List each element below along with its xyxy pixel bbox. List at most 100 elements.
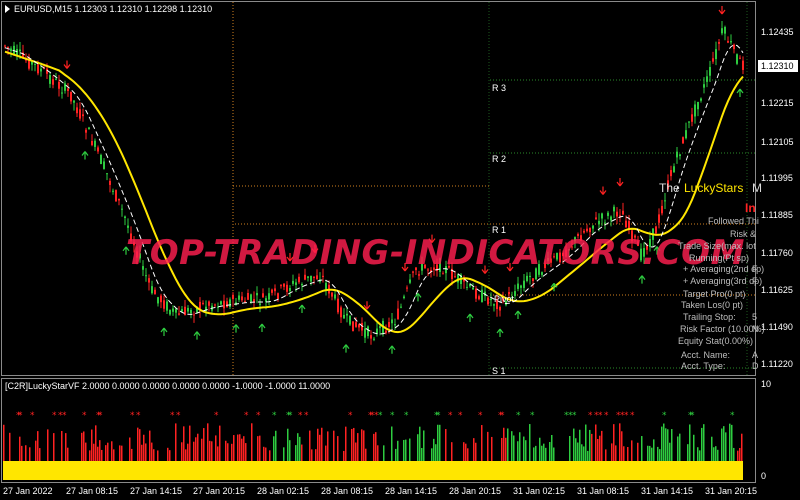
histogram-bar	[145, 443, 147, 461]
candle-body	[601, 213, 603, 219]
histogram-base-bar	[261, 461, 263, 480]
histogram-base-bar	[351, 461, 353, 480]
histogram-bar	[119, 445, 121, 461]
histogram-base-bar	[541, 461, 543, 480]
star-marker: *	[516, 411, 521, 421]
candle-body	[256, 293, 258, 296]
candle-body	[406, 287, 408, 289]
moving-averages	[4, 44, 744, 335]
histogram-base-bar	[41, 461, 43, 480]
histogram-bar	[317, 428, 319, 461]
histogram-base-bar	[643, 461, 645, 480]
candle-body	[718, 41, 720, 44]
star-marker: *	[530, 411, 535, 421]
histogram-base-bar	[359, 461, 361, 480]
histogram-base-bar	[175, 461, 177, 480]
candle-body	[367, 326, 369, 337]
histogram-base-bar	[595, 461, 597, 480]
candle-body	[712, 58, 714, 62]
candle-body	[64, 83, 66, 91]
histogram-bar	[3, 424, 5, 461]
histogram-bar	[355, 442, 357, 461]
histogram-bar	[89, 450, 91, 461]
candle-body	[514, 291, 516, 296]
histogram-bar	[351, 428, 353, 461]
candle-body	[61, 92, 63, 94]
histogram-base-bar	[283, 461, 285, 480]
histogram-bar	[621, 431, 623, 461]
histogram-base-bar	[443, 461, 445, 480]
histogram-bar	[259, 435, 261, 461]
histogram-bar	[601, 430, 603, 461]
candle-body	[733, 44, 735, 50]
histogram-bar	[701, 427, 703, 461]
histogram-bar	[111, 441, 113, 461]
histogram-bar	[215, 435, 217, 461]
histogram-base-bar	[325, 461, 327, 480]
histogram-base-bar	[37, 461, 39, 480]
histogram-bar	[543, 443, 545, 461]
sell-arrow-icon	[718, 6, 726, 15]
histogram-base-bar	[231, 461, 233, 480]
histogram-base-bar	[487, 461, 489, 480]
histogram-base-bar	[235, 461, 237, 480]
histogram-bar	[209, 440, 211, 461]
star-marker: *	[52, 411, 57, 421]
histogram-base-bar	[275, 461, 277, 480]
histogram-base-bar	[533, 461, 535, 480]
time-tick: 28 Jan 02:15	[257, 486, 309, 496]
histogram-bar	[275, 430, 277, 461]
histogram-base-bar	[229, 461, 231, 480]
histogram-base-bar	[465, 461, 467, 480]
histogram-base-bar	[661, 461, 663, 480]
candle-body	[316, 275, 318, 280]
histogram-bar	[591, 433, 593, 461]
panel-row: Acct. Type:	[681, 361, 725, 371]
candle-body	[115, 190, 117, 202]
histogram-bar	[231, 443, 233, 461]
buy-arrow-icon	[736, 88, 744, 97]
candle-body	[154, 289, 156, 295]
candle-body	[7, 46, 9, 48]
lucky-star-indicator-panel[interactable]: ** * * * * * ** * * * * * * * * ** * * * ** * * * * ** * * * ** * * * * *…	[3, 411, 743, 480]
candlesticks[interactable]	[4, 21, 744, 345]
candle-body	[370, 335, 372, 339]
histogram-bar	[731, 424, 733, 461]
histogram-base-bar	[309, 461, 311, 480]
histogram-bar	[697, 447, 699, 461]
histogram-base-bar	[409, 461, 411, 480]
histogram-base-bar	[195, 461, 197, 480]
histogram-base-bar	[691, 461, 693, 480]
histogram-base-bar	[105, 461, 107, 480]
histogram-base-bar	[225, 461, 227, 480]
histogram-base-bar	[547, 461, 549, 480]
time-tick: 31 Jan 02:15	[513, 486, 565, 496]
histogram-base-bar	[579, 461, 581, 480]
histogram-base-bar	[559, 461, 561, 480]
histogram-bar	[101, 449, 103, 461]
histogram-base-bar	[247, 461, 249, 480]
histogram-bar	[689, 424, 691, 461]
histogram-base-bar	[631, 461, 633, 480]
histogram-bar	[219, 425, 221, 461]
histogram-bar	[419, 426, 421, 461]
candle-body	[169, 309, 171, 315]
price-tick: 1.12435	[761, 27, 794, 37]
panel-row: Running(Pt sp)	[689, 253, 749, 263]
trading-chart[interactable]: R 3 R 2 R 1 Pivot S 1 EURUSD,M15 1.12303…	[0, 0, 800, 500]
histogram-base-bar	[515, 461, 517, 480]
histogram-bar	[597, 439, 599, 461]
expand-triangle-icon[interactable]	[5, 5, 10, 13]
histogram-base-bar	[365, 461, 367, 480]
histogram-base-bar	[549, 461, 551, 480]
histogram-bar	[595, 424, 597, 461]
candle-body	[661, 205, 663, 214]
histogram-bar	[437, 424, 439, 461]
histogram-bar	[283, 447, 285, 461]
histogram-base-bar	[257, 461, 259, 480]
histogram-base-bar	[543, 461, 545, 480]
candle-body	[268, 293, 270, 300]
sub-axis-bottom: 0	[761, 471, 766, 481]
histogram-bar	[149, 430, 151, 461]
histogram-bar	[93, 443, 95, 461]
